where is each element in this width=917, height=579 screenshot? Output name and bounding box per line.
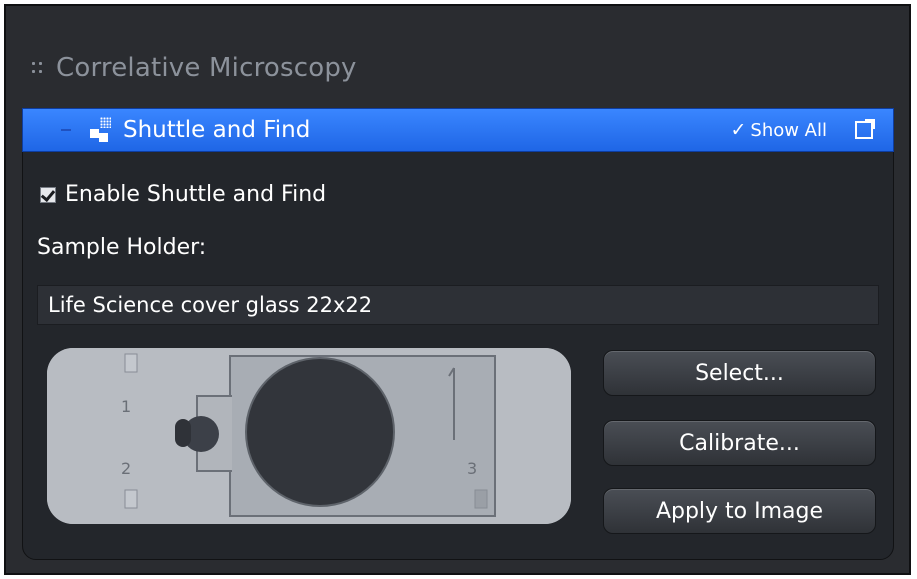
enable-shuttle-find-label: Enable Shuttle and Find	[65, 182, 327, 207]
sample-holder-field[interactable]: Life Science cover glass 22x22	[37, 285, 879, 325]
panel-title: Shuttle and Find	[123, 117, 311, 143]
shuttle-find-icon	[87, 117, 111, 143]
marker-3-label: 3	[467, 459, 477, 478]
select-button[interactable]: Select...	[603, 350, 876, 396]
sample-holder-label: Sample Holder:	[37, 235, 207, 260]
popout-icon[interactable]	[855, 119, 875, 139]
marker-1-label: 1	[121, 397, 131, 416]
marker-2-label: 2	[121, 459, 131, 478]
calibrate-button[interactable]: Calibrate...	[603, 420, 876, 466]
section-title: Correlative Microscopy	[56, 53, 357, 83]
enable-shuttle-find-row[interactable]: Enable Shuttle and Find	[40, 182, 326, 207]
collapse-icon[interactable]	[61, 129, 71, 131]
enable-shuttle-find-checkbox[interactable]	[40, 186, 56, 203]
checkmark-icon: ✓	[730, 119, 747, 141]
grip-icon	[32, 62, 44, 74]
show-all-label: Show All	[750, 119, 827, 141]
show-all-toggle[interactable]: ✓ Show All	[730, 119, 827, 141]
section-header[interactable]: Correlative Microscopy	[32, 48, 357, 88]
apply-to-image-button[interactable]: Apply to Image	[603, 488, 876, 534]
sample-holder-image: 1 2 3	[47, 348, 571, 524]
sample-holder-diagram: 1 2 3	[47, 348, 571, 524]
shuttle-find-header[interactable]: Shuttle and Find ✓ Show All	[22, 108, 894, 152]
